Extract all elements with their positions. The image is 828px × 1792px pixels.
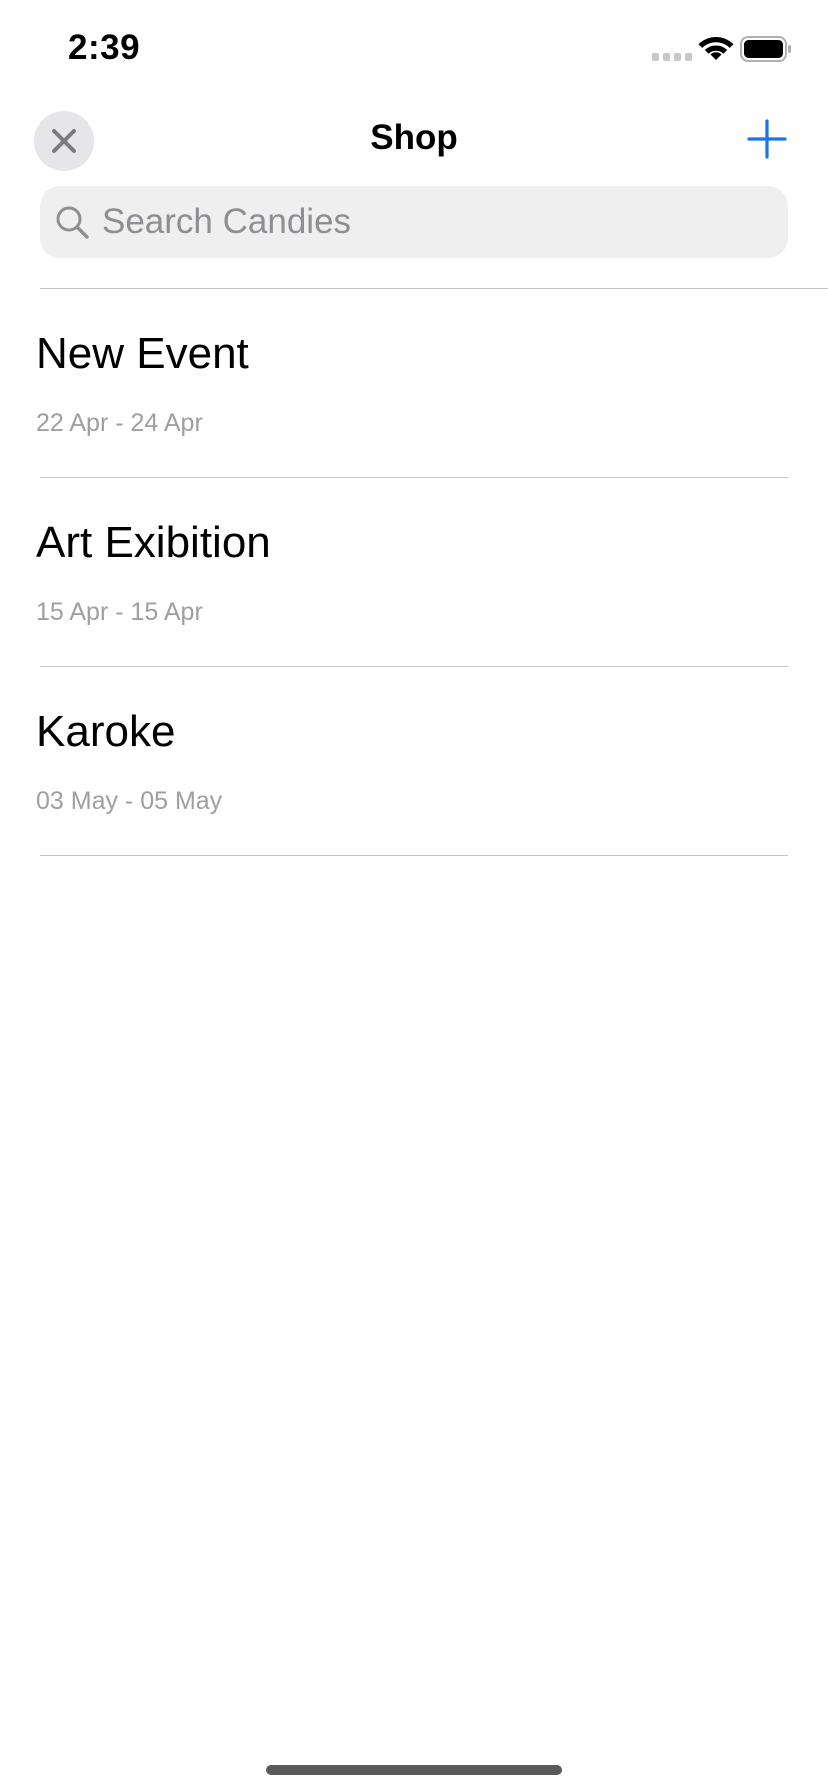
search-input[interactable] [102,202,788,242]
battery-icon [740,36,791,62]
event-dates: 15 Apr - 15 Apr [36,598,203,626]
event-title: Karoke [36,707,176,756]
search-icon [56,206,89,239]
divider [40,855,788,856]
status-time: 2:39 [68,28,141,67]
list-item[interactable]: Art Exibition 15 Apr - 15 Apr [0,478,828,667]
event-list: New Event 22 Apr - 24 Apr Art Exibition … [0,289,828,856]
wifi-icon [698,37,734,60]
list-item[interactable]: Karoke 03 May - 05 May [0,667,828,856]
event-dates: 22 Apr - 24 Apr [36,409,203,437]
list-item[interactable]: New Event 22 Apr - 24 Apr [0,289,828,478]
event-title: Art Exibition [36,518,271,567]
cellular-signal-icon [652,53,692,61]
plus-icon[interactable] [746,118,788,160]
search-bar[interactable] [40,186,788,258]
home-indicator[interactable] [266,1765,562,1775]
status-bar: 2:39 [0,0,828,100]
event-title: New Event [36,329,249,378]
page-title: Shop [370,118,458,157]
event-dates: 03 May - 05 May [36,787,223,815]
